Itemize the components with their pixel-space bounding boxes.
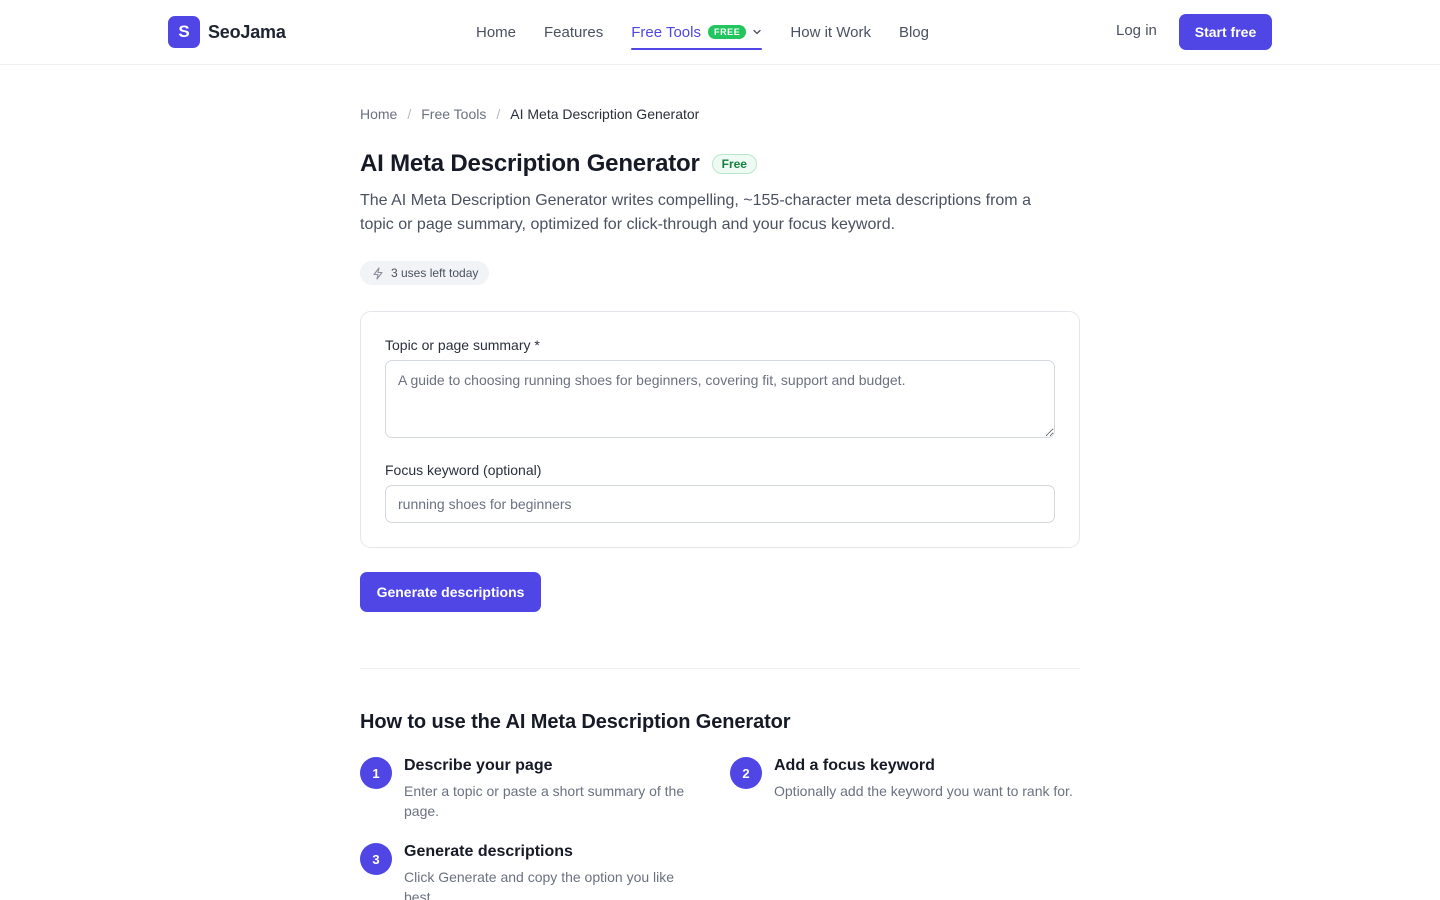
page-description: The AI Meta Description Generator writes…	[360, 192, 1031, 233]
step-text: Click Generate and copy the option you l…	[404, 869, 675, 900]
step-text: Optionally add the keyword you want to r…	[774, 783, 1073, 799]
step-number: 3	[360, 843, 392, 875]
step-number: 1	[360, 757, 392, 789]
nav-item-features[interactable]: Features	[544, 0, 603, 64]
section-divider	[360, 668, 1080, 669]
topic-textarea[interactable]	[385, 360, 1055, 438]
generate-descriptions-button[interactable]: Generate descriptions	[360, 572, 541, 612]
start-free-button[interactable]: Start free	[1179, 14, 1272, 50]
logo[interactable]: S SeoJama	[168, 16, 286, 48]
nav-item-home[interactable]: Home	[476, 0, 516, 64]
keyword-label: Focus keyword (optional)	[385, 462, 542, 478]
breadcrumb-separator: /	[496, 106, 501, 122]
nav-item-blog[interactable]: Blog	[899, 0, 929, 64]
step-title: Describe your page	[404, 757, 553, 774]
page-title: AI Meta Description Generator	[360, 150, 700, 177]
logo-text: SeoJama	[208, 21, 286, 42]
step-text: Enter a topic or paste a short summary o…	[404, 783, 685, 819]
main-nav: Home Features Free Tools FREE How it Wor…	[476, 0, 957, 64]
chevron-down-icon	[753, 29, 762, 35]
how-to-title: How to use the AI Meta Description Gener…	[360, 711, 791, 733]
breadcrumb-current: AI Meta Description Generator	[510, 106, 700, 122]
breadcrumb: Home / Free Tools / AI Meta Description …	[360, 106, 699, 122]
logo-mark: S	[168, 16, 200, 48]
login-link[interactable]: Log in	[1116, 22, 1157, 39]
uses-left-chip: 3 uses left today	[360, 261, 490, 285]
generator-form-card: Topic or page summary * Focus keyword (o…	[360, 311, 1080, 548]
topic-label: Topic or page summary *	[385, 337, 540, 353]
step-number: 2	[730, 757, 762, 789]
free-badge: FREE	[707, 25, 747, 39]
breadcrumb-home[interactable]: Home	[360, 106, 397, 122]
step-title: Generate descriptions	[404, 843, 573, 860]
site-header: S SeoJama Home Features Free Tools FREE …	[0, 0, 1440, 65]
breadcrumb-free-tools[interactable]: Free Tools	[421, 106, 486, 122]
nav-item-free-tools-label: Free Tools	[631, 23, 701, 41]
free-status-badge: Free	[711, 154, 757, 174]
step-title: Add a focus keyword	[774, 757, 935, 774]
title-row: AI Meta Description Generator Free	[360, 150, 757, 178]
nav-item-free-tools[interactable]: Free Tools FREE	[631, 0, 763, 64]
uses-left-text: 3 uses left today	[391, 266, 479, 280]
breadcrumb-separator: /	[407, 106, 412, 122]
nav-item-how-it-work[interactable]: How it Work	[790, 0, 871, 64]
lightning-icon	[373, 266, 383, 280]
focus-keyword-input[interactable]	[385, 485, 1055, 523]
